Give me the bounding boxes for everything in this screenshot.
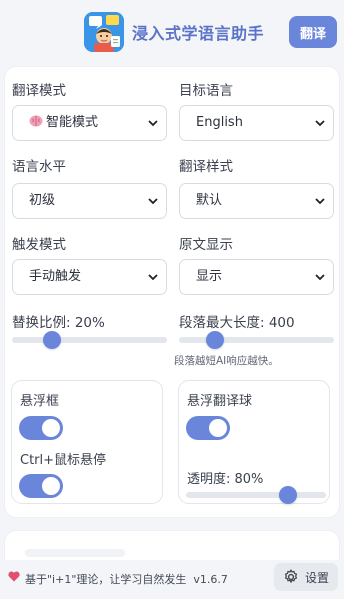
opacity-slider-thumb[interactable] [279, 486, 298, 504]
app-title: 浸入式学语言助手 [132, 24, 265, 43]
footer-tagline: 基于"i+1"理论，让学习自然发生 v1.6.7 [25, 573, 228, 586]
chevron-down-icon [148, 274, 158, 281]
settings-card: 翻译模式 目标语言 智能模式 English 语言水平 翻译样式 初级 默认 触… [4, 66, 340, 518]
trigger-mode-value: 手动触发 [29, 269, 82, 284]
settings-button[interactable]: 设置 [274, 563, 338, 591]
chevron-down-icon [148, 120, 158, 127]
opacity-label: 透明度: 80% [187, 472, 264, 487]
chevron-down-icon [148, 198, 158, 205]
language-level-value: 初级 [29, 193, 56, 208]
translation-mode-value: 智能模式 [46, 115, 99, 130]
settings-label: 设置 [305, 571, 330, 585]
ctrl-hover-label: Ctrl+鼠标悬停 [20, 453, 107, 468]
replace-ratio-slider[interactable] [12, 331, 167, 349]
header: 浸入式学语言助手 翻译 [0, 0, 344, 62]
translation-mode-select[interactable]: 智能模式 [12, 105, 167, 141]
language-level-label: 语言水平 [12, 159, 66, 175]
opacity-slider[interactable] [186, 486, 326, 504]
translation-style-value: 默认 [196, 193, 223, 208]
trigger-mode-select[interactable]: 手动触发 [12, 259, 167, 295]
chevron-down-icon [315, 120, 325, 127]
version-label: v1.6.7 [193, 573, 228, 586]
max-paragraph-length-slider[interactable] [179, 331, 334, 349]
max-paragraph-length-label: 段落最大长度: 400 [179, 315, 295, 331]
original-display-select[interactable]: 显示 [179, 259, 334, 295]
max-paragraph-length-slider-thumb[interactable] [205, 331, 224, 349]
floating-ball-panel: 悬浮翻译球 透明度: 80% [178, 380, 330, 504]
translate-button[interactable]: 翻译 [289, 16, 337, 48]
heart-icon [8, 571, 20, 585]
replace-ratio-slider-thumb[interactable] [43, 331, 62, 349]
original-display-label: 原文显示 [179, 237, 233, 253]
brain-icon [29, 107, 43, 127]
app-logo-icon [84, 12, 124, 52]
floating-box-panel: 悬浮框 Ctrl+鼠标悬停 [11, 380, 163, 504]
floating-box-toggle[interactable] [19, 416, 63, 440]
paragraph-length-hint: 段落越短AI响应越快。 [174, 355, 279, 367]
floating-ball-title: 悬浮翻译球 [187, 394, 253, 409]
ctrl-hover-toggle[interactable] [19, 474, 63, 498]
floating-box-title: 悬浮框 [20, 394, 60, 409]
translation-mode-label: 翻译模式 [12, 83, 66, 99]
target-language-label: 目标语言 [179, 83, 233, 99]
replace-ratio-label: 替换比例: 20% [12, 315, 105, 331]
translation-style-label: 翻译样式 [179, 159, 233, 175]
original-display-value: 显示 [196, 269, 223, 284]
gear-icon [284, 569, 298, 583]
chevron-down-icon [315, 274, 325, 281]
footer: 基于"i+1"理论，让学习自然发生 v1.6.7 设置 [0, 560, 344, 599]
trigger-mode-label: 触发模式 [12, 237, 66, 253]
translation-style-select[interactable]: 默认 [179, 183, 334, 219]
language-level-select[interactable]: 初级 [12, 183, 167, 219]
floating-ball-toggle[interactable] [186, 416, 230, 440]
target-language-select[interactable]: English [179, 105, 334, 141]
chevron-down-icon [315, 198, 325, 205]
target-language-value: English [196, 115, 243, 130]
